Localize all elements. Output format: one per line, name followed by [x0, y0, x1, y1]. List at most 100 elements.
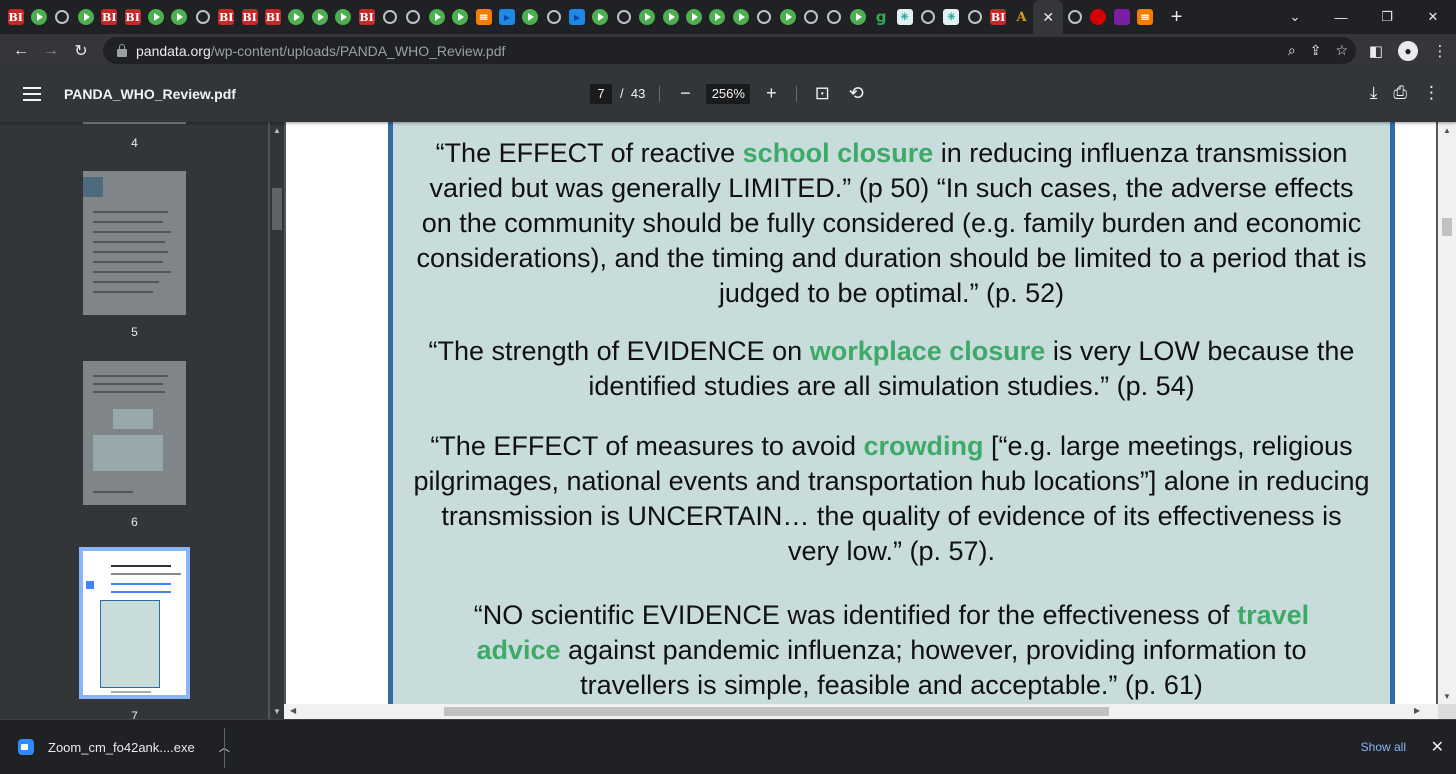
tab-41[interactable] [963, 2, 986, 32]
tab-4[interactable]: BI [98, 2, 121, 32]
tab-36[interactable] [846, 2, 869, 32]
thumbnail-page-4[interactable]: 4 [83, 122, 186, 150]
scroll-down-arrow-icon[interactable]: ▼ [273, 707, 281, 716]
page-number-input[interactable] [590, 83, 612, 104]
share-icon[interactable]: ⇪ [1310, 42, 1322, 59]
tab-10[interactable]: BI [238, 2, 261, 32]
scroll-up-arrow-icon[interactable]: ▲ [273, 126, 281, 135]
close-window-icon[interactable]: ✕ [1410, 9, 1456, 25]
tab-30[interactable] [706, 2, 729, 32]
tab-38[interactable] [893, 2, 916, 32]
show-all-button[interactable]: Show all [1361, 740, 1406, 754]
tab-8[interactable] [191, 2, 214, 32]
tab-9[interactable]: BI [215, 2, 238, 32]
pdf-viewer[interactable]: “The EFFECT of reactive school closure i… [284, 122, 1438, 704]
tab-17[interactable] [402, 2, 425, 32]
tab-39[interactable] [916, 2, 939, 32]
thumbnail-label: 7 [131, 709, 138, 719]
scroll-right-arrow-icon[interactable]: ▶ [1414, 706, 1420, 715]
scroll-left-arrow-icon[interactable]: ◀ [290, 706, 296, 715]
tab-46[interactable] [1087, 2, 1110, 32]
play-favicon-icon [311, 9, 328, 25]
tab-16[interactable] [378, 2, 401, 32]
tab-35[interactable] [823, 2, 846, 32]
tab-strip: BI BI BI BI BI BI BI g BI A ✕ + [0, 0, 1456, 34]
zoom-in-icon[interactable]: + [760, 83, 782, 104]
tab-search-icon[interactable]: ⌄ [1272, 9, 1318, 25]
print-icon[interactable]: ⎙ [1393, 83, 1407, 103]
sidebar-scrollbar[interactable]: ▲ ▼ [270, 122, 284, 719]
new-tab-button[interactable]: + [1171, 6, 1183, 29]
tab-45[interactable] [1063, 2, 1086, 32]
close-tab-icon[interactable]: ✕ [1042, 9, 1054, 26]
tab-6[interactable] [144, 2, 167, 32]
tab-12[interactable] [285, 2, 308, 32]
scroll-up-arrow-icon[interactable]: ▲ [1443, 126, 1451, 135]
horizontal-scroll-thumb[interactable] [444, 707, 1109, 716]
tab-28[interactable] [659, 2, 682, 32]
tab-25[interactable] [589, 2, 612, 32]
tab-27[interactable] [636, 2, 659, 32]
tab-47[interactable] [1110, 2, 1133, 32]
hamburger-menu-icon[interactable] [23, 87, 41, 101]
side-panel-icon[interactable]: ◧ [1360, 42, 1392, 60]
tab-48[interactable] [1133, 2, 1156, 32]
forward-icon[interactable]: → [36, 42, 66, 60]
rotate-icon[interactable]: ⟲ [845, 83, 867, 104]
download-item[interactable]: Zoom_cm_fo42ank....exe ︿ [18, 739, 230, 755]
tab-29[interactable] [682, 2, 705, 32]
viewer-horizontal-scrollbar[interactable]: ◀ ▶ [284, 704, 1438, 719]
tab-7[interactable] [168, 2, 191, 32]
tab-21[interactable] [495, 2, 518, 32]
tab-18[interactable] [425, 2, 448, 32]
tab-3[interactable] [74, 2, 97, 32]
play-favicon-icon [639, 9, 656, 25]
tab-40[interactable] [940, 2, 963, 32]
tab-20[interactable] [472, 2, 495, 32]
thumbnail-page-6[interactable]: 6 [83, 361, 186, 529]
browser-menu-icon[interactable]: ⋮ [1424, 42, 1456, 60]
zoom-lens-icon[interactable]: ⌕ [1288, 42, 1296, 59]
tab-13[interactable] [308, 2, 331, 32]
quote-workplace-closure: “The strength of EVIDENCE on workplace c… [393, 334, 1390, 404]
profile-avatar-icon[interactable]: ● [1398, 40, 1418, 61]
tab-23[interactable] [542, 2, 565, 32]
tab-43[interactable]: A [1010, 2, 1033, 32]
active-tab[interactable]: ✕ [1033, 0, 1064, 34]
pdf-more-icon[interactable]: ⋮ [1423, 83, 1440, 103]
vertical-scroll-thumb[interactable] [1442, 218, 1452, 236]
restore-icon[interactable]: ❐ [1364, 9, 1410, 25]
back-icon[interactable]: ← [6, 42, 36, 60]
minimize-icon[interactable]: — [1318, 10, 1364, 25]
close-download-bar-icon[interactable]: ✕ [1431, 737, 1444, 757]
tab-15[interactable]: BI [355, 2, 378, 32]
tab-5[interactable]: BI [121, 2, 144, 32]
fit-page-icon[interactable]: ⊡ [811, 83, 833, 104]
tab-14[interactable] [331, 2, 354, 32]
tab-32[interactable] [753, 2, 776, 32]
zoom-out-icon[interactable]: − [674, 83, 696, 104]
tab-24[interactable] [565, 2, 588, 32]
bookmark-star-icon[interactable]: ☆ [1335, 42, 1348, 59]
scroll-down-arrow-icon[interactable]: ▼ [1443, 692, 1451, 701]
tab-37[interactable]: g [869, 2, 892, 32]
download-icon[interactable]: ⤓ [1370, 83, 1378, 103]
tab-22[interactable] [519, 2, 542, 32]
tab-34[interactable] [799, 2, 822, 32]
thumbnail-page-5[interactable]: 5 [83, 171, 186, 339]
sidebar-scroll-thumb[interactable] [272, 188, 282, 230]
tab-1[interactable] [27, 2, 50, 32]
tab-19[interactable] [448, 2, 471, 32]
reload-icon[interactable]: ↻ [66, 41, 96, 61]
tab-2[interactable] [51, 2, 74, 32]
tab-11[interactable]: BI [261, 2, 284, 32]
zoom-level-input[interactable] [706, 83, 751, 104]
tab-31[interactable] [729, 2, 752, 32]
tab-42[interactable]: BI [986, 2, 1009, 32]
tab-26[interactable] [612, 2, 635, 32]
tab-33[interactable] [776, 2, 799, 32]
viewer-vertical-scrollbar[interactable]: ▲ ▼ [1438, 122, 1456, 704]
tab-0[interactable]: BI [4, 2, 27, 32]
address-bar[interactable]: pandata.org/wp-content/uploads/PANDA_WHO… [103, 37, 1356, 64]
thumbnail-page-7[interactable]: 7 [79, 547, 190, 719]
